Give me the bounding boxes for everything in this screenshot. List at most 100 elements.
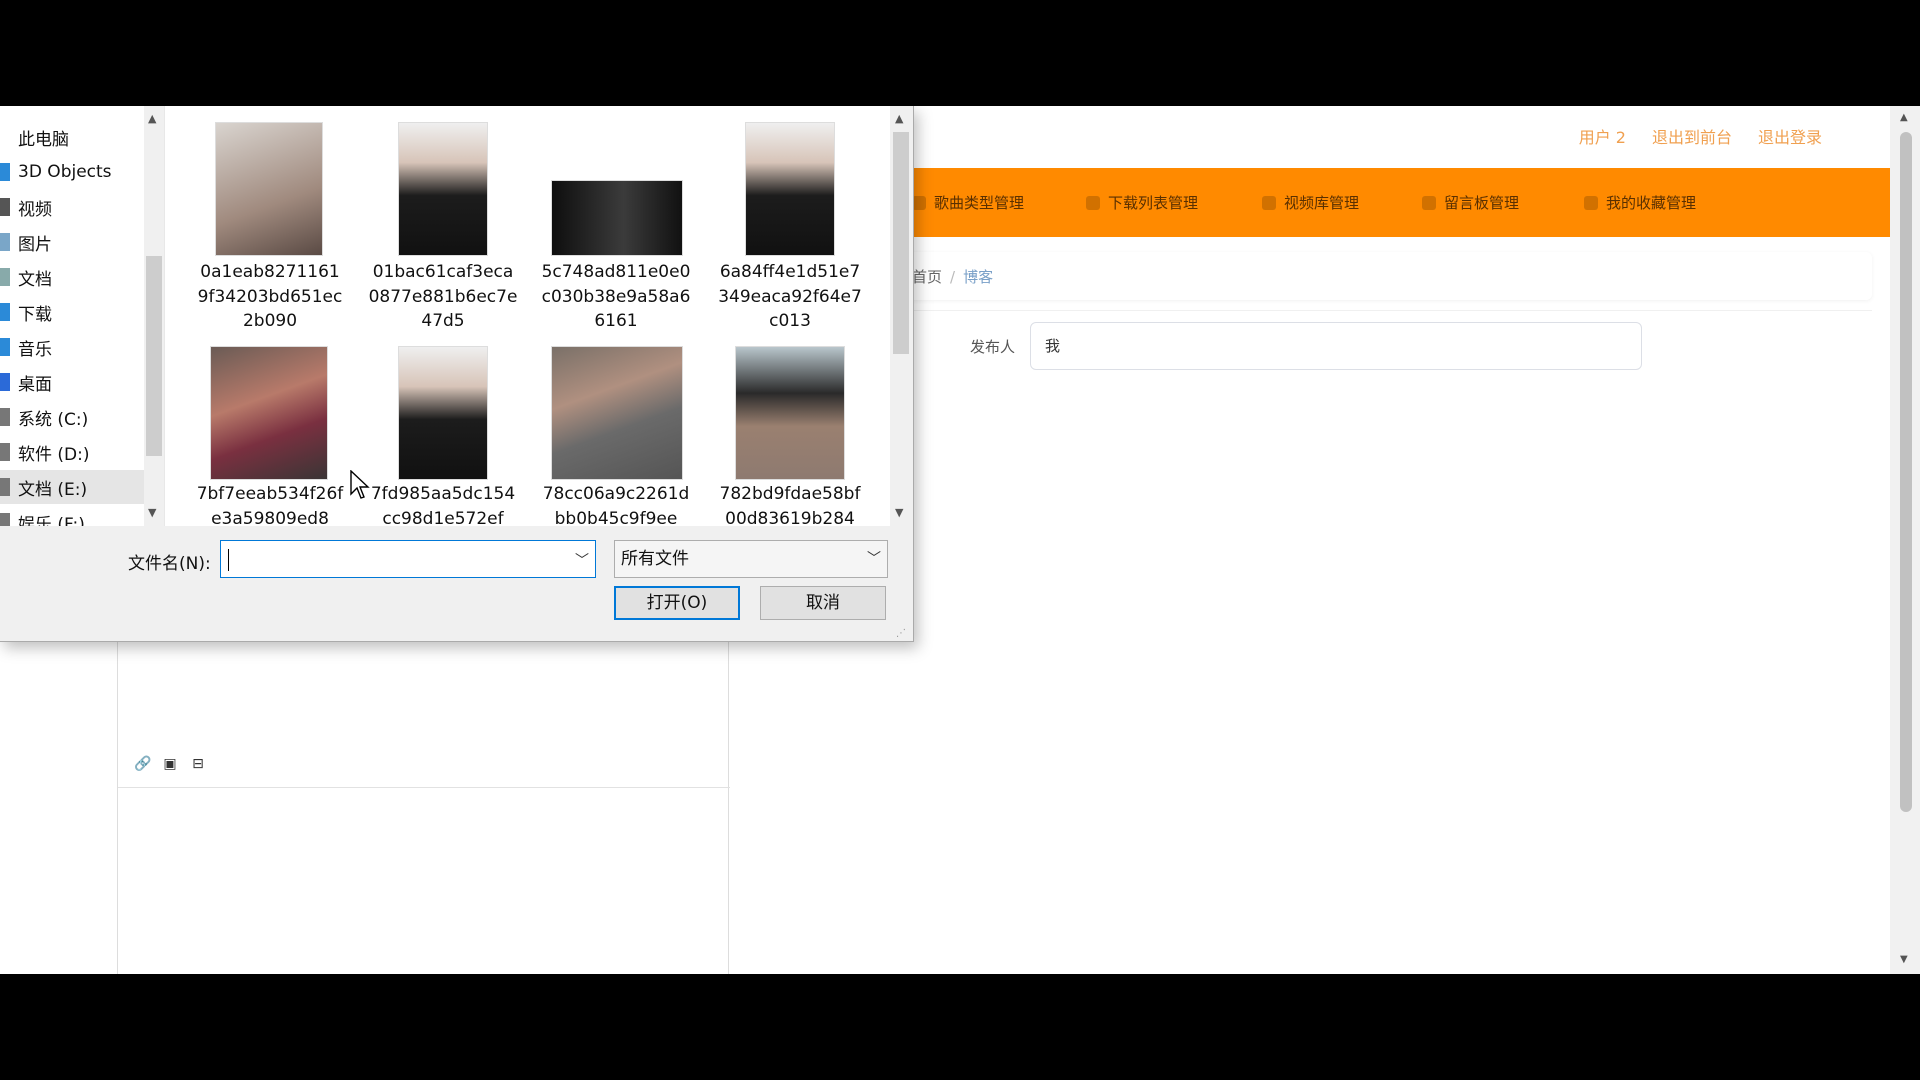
nav-song-type-icon	[912, 195, 926, 210]
nav-downloads[interactable]: 下载	[0, 295, 144, 329]
document-icon	[0, 268, 10, 286]
file-name: 7fd985aa5dc154cc98d1e572ef	[370, 484, 516, 526]
scroll-up-icon[interactable]: ▲	[1900, 112, 1908, 123]
mouse-cursor-icon	[350, 470, 370, 499]
file-name: 01bac61caf3eca0877e881b6ec7e47d5	[368, 262, 518, 331]
file-list-scrollbar[interactable]: ▲ ▼	[890, 106, 912, 526]
scroll-down-icon[interactable]: ▼	[1900, 954, 1908, 965]
nav-documents-label: 文档	[18, 269, 52, 290]
nav-download-list-icon	[1086, 195, 1100, 210]
file-thumbnail	[210, 346, 328, 480]
nav-favorites[interactable]: 我的收藏管理	[1584, 192, 1696, 213]
file-list-area: 0a1eab82711619f34203bd651ec2b090 01bac61…	[164, 106, 894, 526]
nav-scroll-thumb[interactable]	[146, 256, 162, 456]
user-name-link[interactable]: 用户 2	[1579, 124, 1626, 148]
file-name: 0a1eab82711619f34203bd651ec2b090	[197, 262, 343, 331]
file-scroll-down-icon[interactable]: ▼	[895, 506, 903, 519]
left-strip	[22, 640, 118, 974]
page-scrollbar[interactable]: ▲ ▼	[1890, 106, 1920, 974]
breadcrumb: 首页 / 博客	[912, 266, 993, 287]
file-scroll-thumb[interactable]	[893, 132, 909, 354]
desktop-icon	[0, 373, 10, 391]
file-type-filter[interactable]: 所有文件 ﹀	[614, 540, 888, 578]
nav-drive-f-label: 娱乐 (F:)	[18, 514, 85, 527]
file-scroll-up-icon[interactable]: ▲	[895, 112, 903, 125]
nav-scroll-up-icon[interactable]: ▲	[148, 112, 156, 125]
file-thumbnail	[215, 122, 323, 256]
nav-drive-e[interactable]: 文档 (E:)	[0, 470, 144, 504]
nav-drive-f[interactable]: 娱乐 (F:)	[0, 505, 144, 526]
nav-drive-d-label: 软件 (D:)	[18, 444, 90, 465]
nav-videos-label: 视频	[18, 199, 52, 220]
nav-download-list[interactable]: 下载列表管理	[1086, 192, 1198, 213]
nav-music-label: 音乐	[18, 339, 52, 360]
open-button[interactable]: 打开(O)	[614, 586, 740, 620]
resize-grip-icon[interactable]: ⋰	[896, 628, 906, 639]
table-icon[interactable]: ⊟	[190, 756, 206, 772]
cancel-button[interactable]: 取消	[760, 586, 886, 620]
nav-scroll-down-icon[interactable]: ▼	[148, 506, 156, 519]
file-thumbnail	[745, 122, 835, 256]
nav-video-library-icon	[1262, 195, 1276, 210]
image-icon[interactable]: ▣	[162, 756, 178, 772]
nav-video-library-label: 视频库管理	[1284, 194, 1360, 212]
filename-combobox[interactable]: ﹀	[220, 540, 596, 578]
filename-input[interactable]	[227, 545, 557, 573]
nav-drive-e-label: 文档 (E:)	[18, 479, 88, 500]
text-caret	[228, 549, 229, 571]
nav-desktop[interactable]: 桌面	[0, 365, 144, 399]
nav-drive-c[interactable]: 系统 (C:)	[0, 400, 144, 434]
nav-pane-scrollbar[interactable]: ▲ ▼	[144, 106, 164, 526]
nav-drive-c-label: 系统 (C:)	[18, 409, 89, 430]
nav-3d-objects-label: 3D Objects	[18, 162, 112, 182]
nav-3d-objects[interactable]: 3D Objects	[0, 155, 144, 189]
video-icon	[0, 198, 10, 216]
breadcrumb-card: 首页 / 博客	[900, 252, 1872, 300]
picture-icon	[0, 233, 10, 251]
breadcrumb-separator: /	[950, 268, 956, 286]
file-open-dialog: 此电脑 3D Objects 视频 图片 文档 下载 音乐 桌面 系统 (C:)…	[0, 106, 914, 642]
file-name: 5c748ad811e0e0c030b38e9a58a66161	[541, 262, 691, 331]
nav-favorites-label: 我的收藏管理	[1606, 194, 1697, 212]
file-thumbnail	[398, 122, 488, 256]
file-name: 782bd9fdae58bf00d83619b284	[719, 484, 861, 526]
file-name: 78cc06a9c2261dbb0b45c9f9ee	[542, 484, 690, 526]
page-scroll-thumb[interactable]	[1900, 132, 1912, 812]
link-icon[interactable]: 🔗	[134, 756, 151, 772]
drive-icon	[0, 443, 10, 461]
file-type-filter-value: 所有文件	[621, 549, 689, 569]
chevron-down-icon[interactable]: ﹀	[575, 550, 589, 570]
drive-icon	[0, 478, 10, 496]
nav-pictures[interactable]: 图片	[0, 225, 144, 259]
nav-drive-d[interactable]: 软件 (D:)	[0, 435, 144, 469]
filename-label: 文件名(N):	[128, 554, 211, 574]
rich-text-editor[interactable]: 🔗 ▣ ⊟	[117, 640, 730, 974]
nav-favorites-icon	[1584, 195, 1598, 210]
file-name: 6a84ff4e1d51e7349eaca92f64e7c013	[718, 262, 862, 331]
chevron-down-icon[interactable]: ﹀	[867, 541, 881, 577]
file-thumbnail	[398, 346, 488, 480]
nav-documents[interactable]: 文档	[0, 260, 144, 294]
nav-message-board-label: 留言板管理	[1444, 194, 1520, 212]
nav-videos[interactable]: 视频	[0, 190, 144, 224]
editor-toolbar: 🔗 ▣ ⊟	[118, 740, 730, 788]
nav-video-library[interactable]: 视频库管理	[1262, 192, 1359, 213]
nav-message-board[interactable]: 留言板管理	[1422, 192, 1519, 213]
nav-song-type[interactable]: 歌曲类型管理	[912, 192, 1024, 213]
nav-music[interactable]: 音乐	[0, 330, 144, 364]
breadcrumb-home[interactable]: 首页	[912, 268, 942, 286]
cube-icon	[0, 163, 10, 181]
back-to-frontend-link[interactable]: 退出到前台	[1652, 124, 1732, 148]
file-thumbnail	[551, 346, 683, 480]
nav-this-pc[interactable]: 此电脑	[0, 120, 144, 154]
download-icon	[0, 303, 10, 321]
nav-download-list-label: 下载列表管理	[1108, 194, 1199, 212]
drive-icon	[0, 408, 10, 426]
publisher-input[interactable]: 我	[1030, 322, 1642, 370]
publisher-label: 发布人	[970, 338, 1016, 356]
user-links: 用户 2 退出到前台 退出登录	[1579, 124, 1822, 148]
nav-downloads-label: 下载	[18, 304, 52, 325]
logout-link[interactable]: 退出登录	[1758, 124, 1822, 148]
computer-icon	[0, 128, 10, 146]
screen: 用户 2 退出到前台 退出登录 歌曲类型管理 下载列表管理 视频库管理 留言板管…	[0, 0, 1920, 1080]
